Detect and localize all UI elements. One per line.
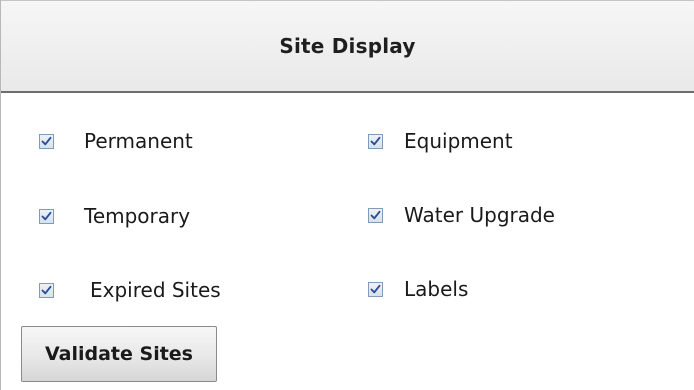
checkmark-icon <box>41 285 52 294</box>
checkmark-icon <box>370 136 381 145</box>
option-label: Permanent <box>84 129 193 153</box>
option-label: Equipment <box>404 129 513 153</box>
option-permanent[interactable]: Permanent <box>39 126 193 156</box>
checkmark-icon <box>370 210 381 219</box>
temporary-checkbox[interactable] <box>39 208 54 224</box>
checkmark-icon <box>41 136 52 145</box>
option-expired-sites[interactable]: Expired Sites <box>39 275 221 305</box>
labels-checkbox[interactable] <box>368 281 383 297</box>
validate-sites-button[interactable]: Validate Sites <box>21 326 217 382</box>
option-label: Water Upgrade <box>404 203 555 227</box>
checkmark-icon <box>370 284 381 293</box>
option-label: Labels <box>404 277 469 301</box>
option-equipment[interactable]: Equipment <box>368 126 513 156</box>
checkmark-icon <box>41 211 52 220</box>
equipment-checkbox[interactable] <box>368 133 383 149</box>
option-label: Expired Sites <box>90 278 221 302</box>
option-water-upgrade[interactable]: Water Upgrade <box>368 200 555 230</box>
permanent-checkbox[interactable] <box>39 133 54 149</box>
site-display-panel: Site Display Permanent Equipment Tempora… <box>0 0 694 390</box>
water-upgrade-checkbox[interactable] <box>368 207 383 223</box>
option-labels[interactable]: Labels <box>368 274 468 304</box>
option-temporary[interactable]: Temporary <box>39 201 190 231</box>
expired-sites-checkbox[interactable] <box>39 282 54 298</box>
panel-header: Site Display <box>1 0 694 93</box>
panel-title: Site Display <box>279 34 416 58</box>
option-label: Temporary <box>84 204 191 228</box>
